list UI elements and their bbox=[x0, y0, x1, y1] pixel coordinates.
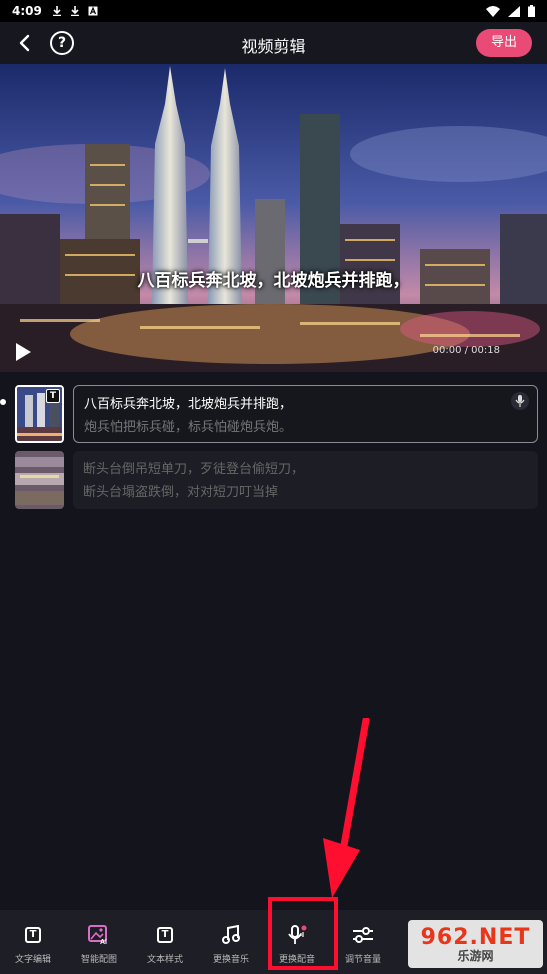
watermark-logo: 962.NET 乐游网 bbox=[408, 920, 543, 968]
clip-line-1: 断头台倒吊短单刀，歹徒登台偷短刀， bbox=[83, 462, 305, 477]
tool-label: 智能配图 bbox=[80, 955, 117, 965]
playback-time: 00:00 / 00:18 bbox=[432, 345, 500, 356]
music-note-icon bbox=[220, 924, 242, 946]
video-subtitle: 八百标兵奔北坡，北坡炮兵并排跑， bbox=[137, 271, 410, 291]
export-button[interactable]: 导出 bbox=[476, 29, 532, 57]
clip-text-card[interactable]: 断头台倒吊短单刀，歹徒登台偷短刀， 断头台塌盗跌倒，对对短刀叮当掉 bbox=[73, 451, 538, 509]
tool-label: 文字编辑 bbox=[14, 955, 51, 965]
clip-row[interactable]: 断头台倒吊短单刀，歹徒登台偷短刀， 断头台塌盗跌倒，对对短刀叮当掉 bbox=[0, 450, 547, 510]
svg-text:AI: AI bbox=[100, 939, 107, 945]
page-title: 视频剪辑 bbox=[241, 37, 306, 56]
text-t-icon: T bbox=[22, 924, 44, 946]
city-night-image bbox=[0, 64, 547, 372]
tool-label: 调节音量 bbox=[344, 955, 381, 965]
download-icon bbox=[52, 6, 61, 16]
sliders-icon bbox=[352, 924, 374, 946]
tool-adjust-volume[interactable]: 调节音量 bbox=[330, 910, 396, 974]
header-bar: ? 视频剪辑 导出 bbox=[0, 22, 547, 64]
wifi-icon bbox=[486, 5, 500, 17]
tool-text-edit[interactable]: T 文字编辑 bbox=[0, 910, 66, 974]
annotation-highlight-box bbox=[268, 897, 338, 970]
tool-label: 文本样式 bbox=[146, 955, 183, 965]
text-style-icon: T bbox=[154, 924, 176, 946]
video-preview[interactable]: 八百标兵奔北坡，北坡炮兵并排跑， 00:00 / 00:18 bbox=[0, 64, 547, 372]
clip-thumbnail[interactable]: T bbox=[15, 385, 64, 443]
status-bar: 4:09 bbox=[0, 0, 547, 22]
tool-change-music[interactable]: 更换音乐 bbox=[198, 910, 264, 974]
clip-text-card[interactable]: 八百标兵奔北坡，北坡炮兵并排跑， 炮兵怕把标兵碰，标兵怕碰炮兵炮。 bbox=[73, 385, 538, 443]
clip-line-1: 八百标兵奔北坡，北坡炮兵并排跑， bbox=[84, 397, 293, 412]
download-icon bbox=[70, 6, 79, 16]
clip-line-2: 炮兵怕把标兵碰，标兵怕碰炮兵炮。 bbox=[84, 420, 293, 435]
tool-ai-image[interactable]: AI 智能配图 bbox=[66, 910, 132, 974]
clip-row[interactable]: T 八百标兵奔北坡，北坡炮兵并排跑， 炮兵怕把标兵碰，标兵怕碰炮兵炮。 bbox=[0, 384, 547, 444]
battery-icon bbox=[528, 5, 535, 17]
tool-text-style[interactable]: T 文本样式 bbox=[132, 910, 198, 974]
system-icons bbox=[486, 5, 535, 17]
watermark-line-2: 乐游网 bbox=[457, 948, 494, 963]
clip-thumbnail[interactable] bbox=[15, 451, 64, 509]
voice-record-icon[interactable] bbox=[511, 392, 529, 410]
current-clip-marker bbox=[0, 399, 6, 405]
text-badge-icon: T bbox=[46, 389, 60, 403]
play-icon[interactable] bbox=[12, 341, 34, 363]
app-a-icon bbox=[88, 6, 98, 16]
status-time: 4:09 bbox=[12, 4, 42, 18]
annotation-arrow-icon bbox=[323, 718, 370, 898]
clip-line-2: 断头台塌盗跌倒，对对短刀叮当掉 bbox=[83, 485, 279, 500]
notification-icons bbox=[52, 6, 98, 16]
tool-label: 更换音乐 bbox=[212, 955, 249, 965]
ai-image-icon: AI bbox=[88, 924, 110, 946]
signal-icon bbox=[508, 5, 520, 17]
clip-thumbnail-image bbox=[15, 451, 64, 509]
